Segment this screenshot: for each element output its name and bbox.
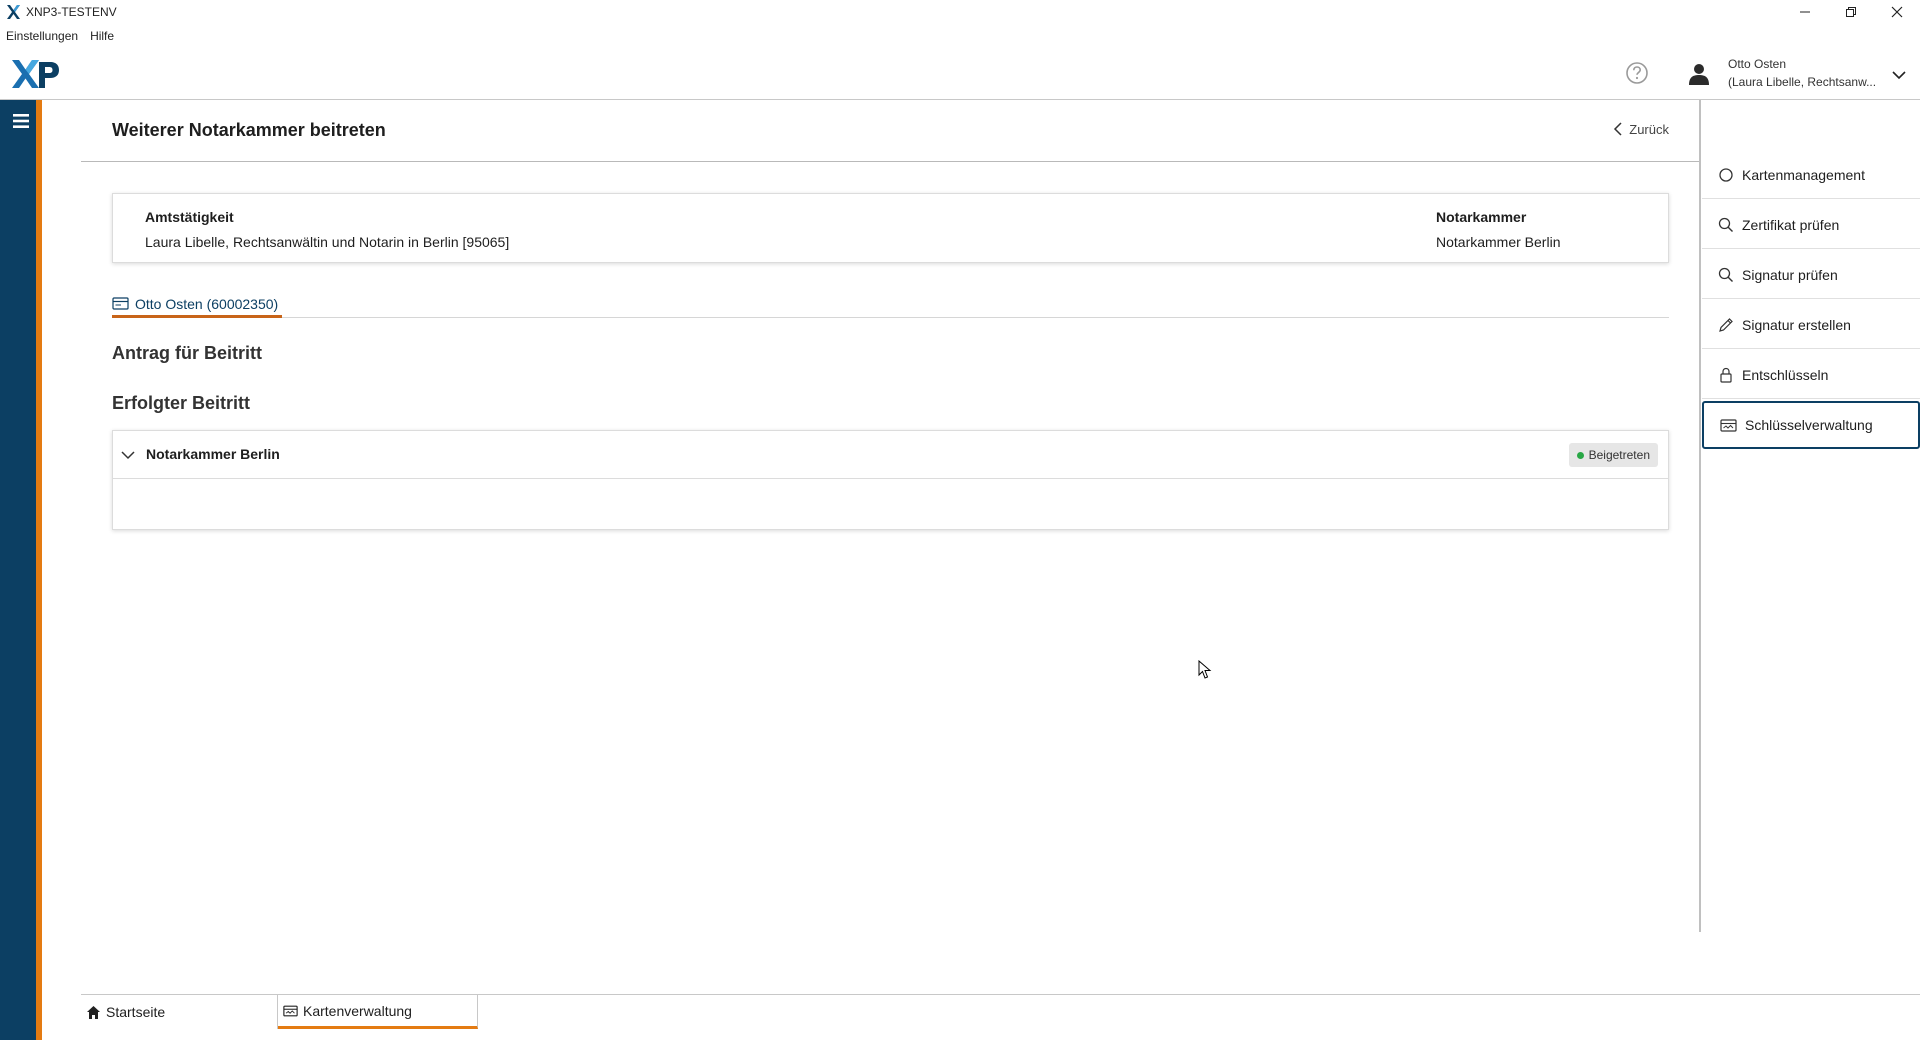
card-icon [1720,418,1737,432]
right-action-panel: Kartenmanagement Zertifikat prüfen Signa… [1699,100,1920,932]
rp-label: Zertifikat prüfen [1742,216,1840,233]
user-name[interactable]: Otto Osten [1728,57,1786,71]
close-button[interactable] [1874,0,1920,24]
rp-signatur-pruefen[interactable]: Signatur prüfen [1702,251,1920,299]
card-icon [283,1005,298,1016]
minimize-icon [1800,11,1810,13]
search-icon [1718,217,1733,232]
bottom-tab-startseite[interactable]: Startseite [81,995,278,1029]
rp-zertifikat-pruefen[interactable]: Zertifikat prüfen [1702,201,1920,249]
rp-schluesselverwaltung[interactable]: Schlüsselverwaltung [1702,401,1920,449]
card-icon [112,297,129,310]
section-antrag-title: Antrag für Beitritt [112,343,262,363]
tab-otto-osten[interactable]: Otto Osten (60002350) [112,292,283,318]
menu-hilfe[interactable]: Hilfe [90,29,114,43]
search-icon [1718,267,1733,282]
accordion-title: Notarkammer Berlin [146,446,280,462]
chevron-down-icon[interactable] [1890,66,1908,84]
accordion-header[interactable]: Notarkammer Berlin Beigetreten [113,431,1668,479]
window-titlebar: XNP3-TESTENV [0,0,1920,24]
notarkammer-label: Notarkammer [1436,209,1527,225]
amtstaetigkeit-value: Laura Libelle, Rechtsanwältin und Notari… [145,234,510,250]
status-dot-icon [1576,451,1584,459]
pen-icon [1719,317,1733,332]
rp-entschluesseln[interactable]: Entschlüsseln [1702,351,1920,399]
user-avatar-icon[interactable] [1687,62,1711,86]
chevron-down-icon[interactable] [120,447,136,463]
status-label: Beigetreten [1588,448,1650,462]
amtstaetigkeit-label: Amtstätigkeit [145,209,234,225]
mouse-pointer-icon [1198,659,1212,680]
page-title: Weiterer Notarkammer beitreten [112,120,386,140]
menu-einstellungen[interactable]: Einstellungen [6,29,78,43]
back-button[interactable]: Zurück [1613,121,1669,137]
rp-label: Signatur prüfen [1742,266,1838,283]
close-icon [1891,6,1903,18]
bottom-tab-label: Startseite [106,1004,166,1020]
app-x-icon [2,1,24,23]
left-accent-bar [36,100,42,1040]
status-badge: Beigetreten [1568,443,1658,467]
page-header: Weiterer Notarkammer beitreten Zurück [81,100,1699,162]
help-icon[interactable] [1624,60,1650,86]
hamburger-menu-icon[interactable] [11,112,31,130]
xp-logo[interactable] [10,56,62,92]
rp-kartenmanagement[interactable]: Kartenmanagement [1702,151,1920,199]
menu-bar: Einstellungen Hilfe [0,26,126,46]
notarkammer-value: Notarkammer Berlin [1436,234,1561,250]
rp-label: Schlüsselverwaltung [1745,417,1873,433]
user-role[interactable]: (Laura Libelle, Rechtsanw... [1728,75,1876,89]
restore-icon [1846,7,1856,17]
info-card: Amtstätigkeit Laura Libelle, Rechtsanwäl… [112,193,1669,263]
chevron-left-icon [1614,122,1622,136]
card-tabs: Otto Osten (60002350) [112,292,1669,318]
window-title: XNP3-TESTENV [26,5,117,19]
main-content: Weiterer Notarkammer beitreten Zurück Am… [81,100,1699,930]
circle-icon [1719,167,1733,182]
back-label: Zurück [1629,121,1669,137]
restore-button[interactable] [1828,0,1874,24]
lock-icon [1720,367,1732,383]
section-erfolgt-title: Erfolgter Beitritt [112,393,251,413]
rp-label: Entschlüsseln [1742,366,1829,383]
rp-label: Kartenmanagement [1742,166,1865,183]
home-icon [87,1005,100,1019]
left-nav-strip [0,100,42,1040]
tab-label: Otto Osten (60002350) [135,295,279,312]
bottom-tab-label: Kartenverwaltung [303,1002,412,1019]
rp-label: Signatur erstellen [1742,316,1851,333]
bottom-tab-bar: Startseite Kartenverwaltung [81,994,1920,1029]
bottom-tab-kartenverwaltung[interactable]: Kartenverwaltung [278,995,478,1029]
rp-signatur-erstellen[interactable]: Signatur erstellen [1702,301,1920,349]
app-header: Otto Osten (Laura Libelle, Rechtsanw... [0,48,1920,100]
minimize-button[interactable] [1782,0,1828,24]
accordion-notarkammer: Notarkammer Berlin Beigetreten [112,430,1669,530]
